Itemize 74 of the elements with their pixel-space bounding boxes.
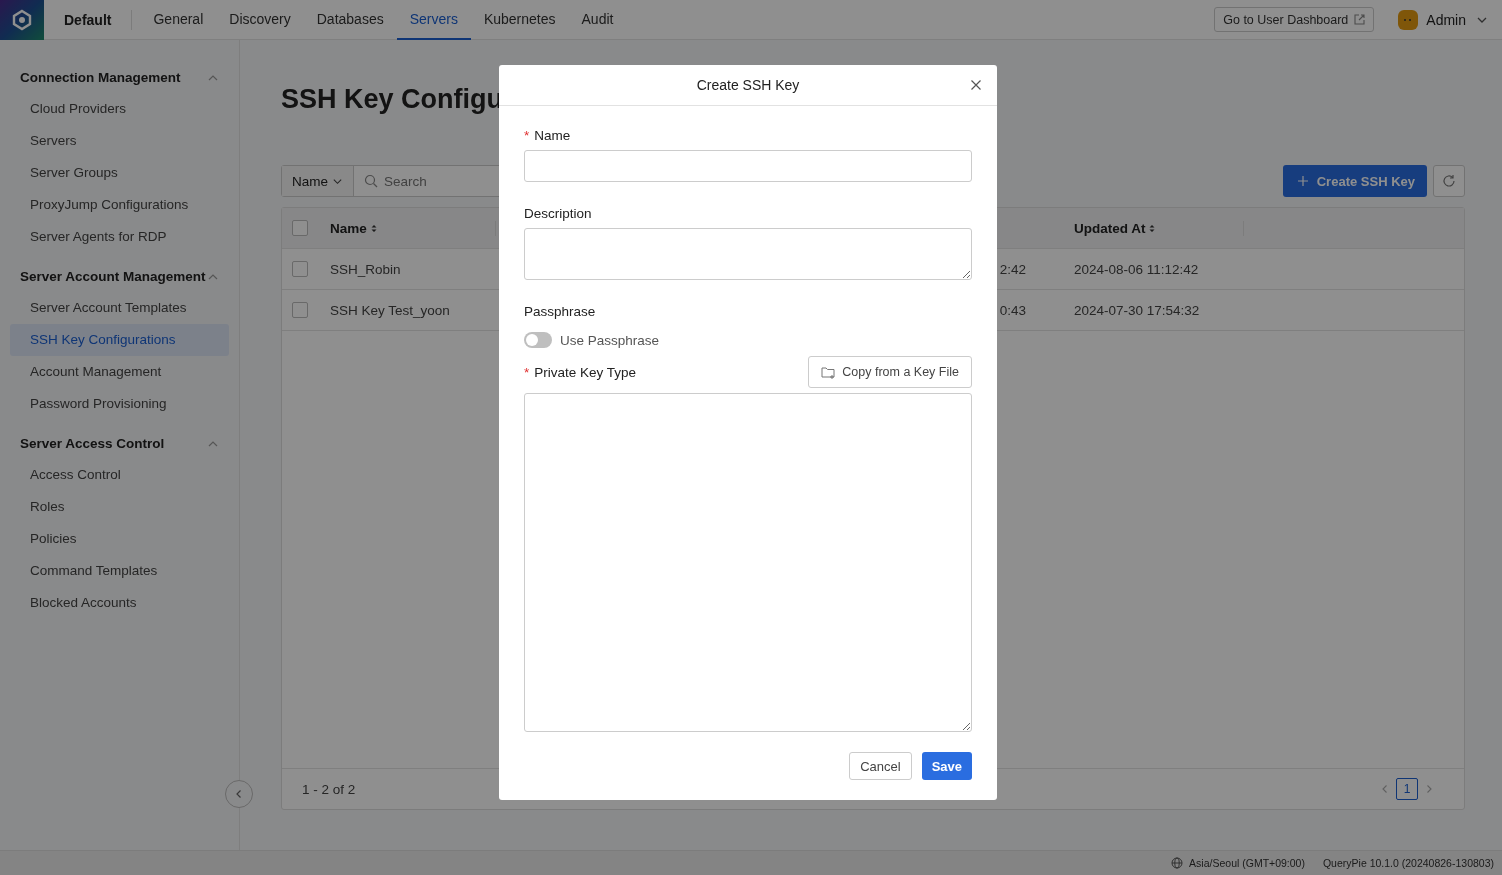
toggle-label: Use Passphrase	[560, 332, 660, 348]
refresh-icon	[1442, 174, 1456, 188]
required-mark: *	[524, 128, 530, 143]
globe-icon	[1171, 857, 1184, 869]
field-label: Private Key Type	[534, 364, 637, 380]
page-title: SSH Key Configu	[281, 84, 503, 115]
cancel-button[interactable]: Cancel	[849, 752, 912, 780]
chevron-left-icon[interactable]	[1380, 784, 1390, 794]
field-label: Description	[524, 206, 592, 221]
sidebar-group-title[interactable]: Connection Management	[20, 70, 181, 85]
logo-icon[interactable]	[0, 0, 44, 40]
plus-icon	[1296, 175, 1309, 187]
refresh-button[interactable]	[1433, 165, 1465, 197]
user-name[interactable]: Admin	[1426, 11, 1466, 28]
collapse-sidebar-button[interactable]	[225, 780, 253, 808]
folder-plus-icon	[821, 365, 837, 379]
sidebar-group-title[interactable]: Server Account Management	[20, 269, 206, 284]
nav-tab[interactable]: Databases	[303, 0, 397, 40]
checkbox[interactable]	[292, 302, 308, 319]
sort-icon[interactable]	[370, 224, 377, 234]
column-header[interactable]: Name	[330, 220, 367, 236]
sidebar-item[interactable]: Password Provisioning	[10, 388, 229, 420]
dashboard-button[interactable]: Go to User Dashboard	[1214, 7, 1375, 32]
sidebar-item[interactable]: Server Groups	[10, 157, 229, 189]
sidebar-item[interactable]: Command Templates	[10, 555, 229, 587]
field-label: Passphrase	[524, 304, 596, 319]
nav-tab[interactable]: General	[140, 0, 217, 40]
sidebar-item[interactable]: Access Control	[10, 459, 229, 491]
required-mark: *	[524, 364, 530, 380]
table-cell: SSH_Robin	[330, 261, 401, 277]
version-label: QueryPie 10.1.0 (20240826-130803)	[1322, 857, 1494, 869]
sidebar-item[interactable]: Cloud Providers	[10, 93, 229, 125]
sidebar-group-title[interactable]: Server Access Control	[20, 436, 165, 451]
sidebar-item[interactable]: ProxyJump Configurations	[10, 189, 229, 221]
sidebar-item[interactable]: Servers	[10, 125, 229, 157]
dialog-title: Create SSH Key	[696, 77, 800, 93]
sidebar-item[interactable]: Server Agents for RDP	[10, 221, 229, 253]
input-field[interactable]	[524, 150, 972, 182]
sidebar-item[interactable]: Account Management	[10, 356, 229, 388]
external-link-icon	[1354, 14, 1366, 25]
table-cell: 2024-07-30 17:54:32	[1074, 302, 1200, 318]
chevron-left-icon	[234, 789, 244, 799]
column-header[interactable]: Updated At	[1074, 220, 1146, 236]
sidebar-item[interactable]: Blocked Accounts	[10, 587, 229, 619]
table-cell: 2024-08-06 11:12:42	[1074, 261, 1199, 277]
checkbox[interactable]	[292, 220, 308, 237]
page-button[interactable]: 1	[1396, 778, 1418, 800]
text-area[interactable]	[524, 228, 972, 280]
sidebar-item[interactable]: Server Account Templates	[10, 292, 229, 324]
sidebar-item[interactable]: Roles	[10, 491, 229, 523]
filter-dropdown[interactable]: Name	[282, 166, 354, 196]
field-label: Name	[534, 128, 571, 143]
timezone-label: Asia/Seoul (GMT+09:00)	[1189, 857, 1305, 869]
toggle-switch[interactable]	[524, 332, 552, 348]
avatar-icon[interactable]	[1398, 9, 1419, 30]
sort-icon[interactable]	[1149, 224, 1156, 234]
search-icon	[364, 174, 378, 188]
nav-tab[interactable]: Discovery	[216, 0, 304, 40]
sidebar-item[interactable]: Policies	[10, 523, 229, 555]
save-button[interactable]: Save	[921, 752, 972, 780]
chevron-right-icon[interactable]	[1424, 784, 1434, 794]
nav-tab[interactable]: Audit	[568, 0, 627, 40]
nav-tab[interactable]: Kubernetes	[470, 0, 569, 40]
table-cell: SSH Key Test_yoon	[330, 302, 450, 318]
table-cell: 0:43	[999, 302, 1026, 318]
sidebar-item[interactable]: SSH Key Configurations	[10, 324, 229, 356]
close-icon[interactable]	[970, 79, 982, 91]
copy-file-button[interactable]: Copy from a Key File	[808, 356, 972, 388]
create-button[interactable]: Create SSH Key	[1282, 165, 1427, 197]
table-cell: 2:42	[999, 261, 1026, 277]
workspace-name[interactable]: Default	[64, 11, 112, 28]
checkbox[interactable]	[292, 261, 308, 278]
nav-tab[interactable]: Servers	[396, 0, 471, 40]
row-range: 1 - 2 of 2	[302, 781, 356, 797]
